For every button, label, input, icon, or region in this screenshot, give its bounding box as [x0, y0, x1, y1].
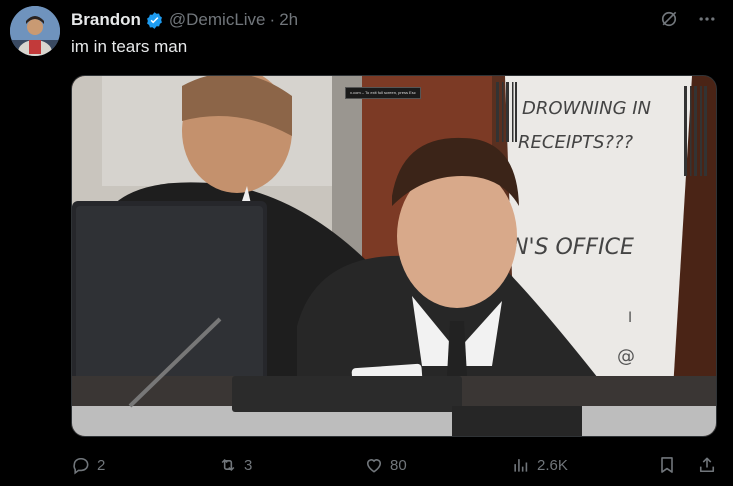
verified-badge-icon: [145, 11, 164, 30]
share-icon: [699, 457, 715, 473]
like-icon: [366, 459, 382, 473]
post-media[interactable]: DROWNING IN RECEIPTS??? N'S OFFICE I @ x…: [71, 75, 717, 437]
sign-at-symbol: @: [617, 346, 635, 367]
post-text: im in tears man: [71, 37, 188, 56]
like-count: 80: [390, 456, 407, 474]
sign-letter: I: [628, 310, 632, 326]
bookmark-icon: [661, 457, 673, 473]
views-icon: [514, 459, 528, 472]
avatar-image: [10, 6, 60, 56]
header-separator: ·: [269, 10, 276, 29]
post-top-actions: [659, 9, 717, 29]
reply-count: 2: [97, 456, 106, 474]
post-timestamp[interactable]: 2h: [279, 10, 298, 30]
repost-count: 3: [244, 456, 253, 474]
views-count: 2.6K: [537, 456, 568, 474]
post-header: Brandon @DemicLive · 2h: [71, 9, 298, 31]
repost-icon: [221, 459, 235, 471]
tweet: Brandon @DemicLive · 2h im in tears man: [0, 0, 733, 486]
author-name[interactable]: Brandon: [71, 10, 141, 30]
sign-text-line3: N'S OFFICE: [512, 235, 634, 260]
like-button[interactable]: 80: [364, 455, 407, 475]
more-icon[interactable]: [697, 9, 717, 29]
fullscreen-overlay-note: x.com – To exit full screen, press Esc: [345, 87, 421, 99]
grok-icon[interactable]: [659, 9, 679, 29]
avatar[interactable]: [10, 6, 60, 56]
reply-button[interactable]: 2: [71, 455, 105, 475]
reply-icon: [73, 457, 89, 475]
author-handle[interactable]: @DemicLive: [169, 10, 266, 30]
bookmark-button[interactable]: [657, 455, 677, 475]
share-button[interactable]: [697, 455, 717, 475]
sign-text-line2: RECEIPTS???: [518, 132, 634, 153]
sign-text-line1: DROWNING IN: [522, 98, 651, 119]
repost-button[interactable]: 3: [218, 455, 252, 475]
views-button[interactable]: 2.6K: [511, 455, 568, 475]
media-image: DROWNING IN RECEIPTS??? N'S OFFICE I @: [72, 76, 716, 436]
post-actions: 2 3 80 2.6K: [71, 455, 721, 477]
